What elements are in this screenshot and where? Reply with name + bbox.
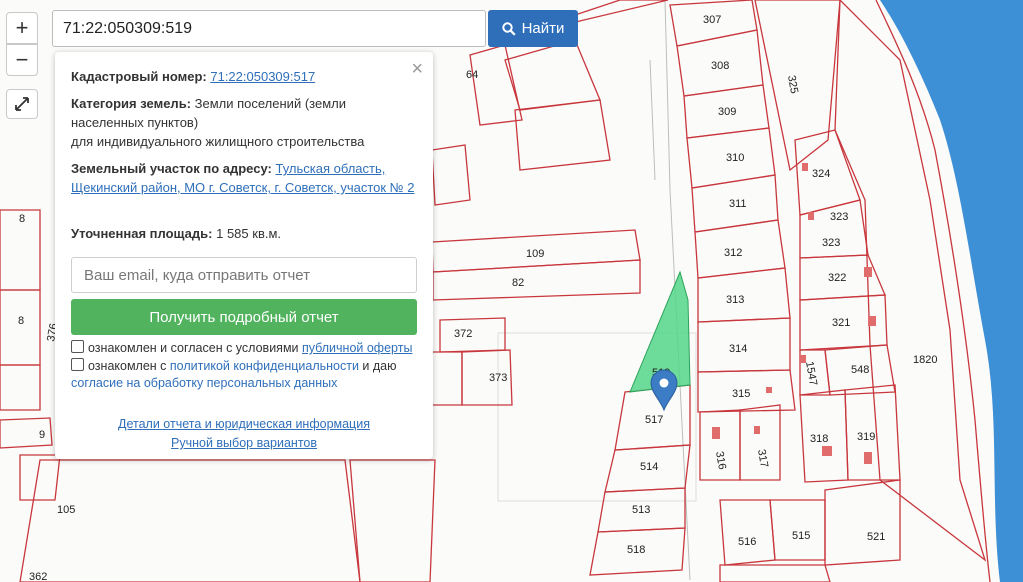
address-row: Земельный участок по адресу: Тульская об… (71, 159, 421, 197)
area-label: Уточненная площадь: (71, 226, 213, 241)
manual-link-row: Ручной выбор вариантов (55, 436, 433, 450)
consent-offer-text: ознакомлен и согласен с условиями (88, 341, 302, 355)
plot-label-105: 105 (57, 504, 75, 516)
consent-privacy-text-2: и даю (358, 359, 397, 373)
plot-label-309: 309 (718, 106, 736, 118)
plot-label-314: 314 (729, 343, 747, 355)
plot-label-325: 325 (785, 74, 800, 94)
plot-label-322: 322 (828, 272, 846, 284)
plot-label-517: 517 (645, 414, 663, 426)
manual-selection-link[interactable]: Ручной выбор вариантов (171, 436, 317, 450)
search-button-label: Найти (521, 20, 565, 37)
plot-label-362: 362 (29, 571, 47, 582)
cadastral-search-input[interactable] (52, 10, 486, 47)
personal-data-consent-link[interactable]: согласие на обработку персональных данны… (71, 376, 337, 390)
address-label: Земельный участок по адресу: (71, 161, 272, 176)
consent-privacy-text: ознакомлен с (88, 359, 170, 373)
search-button[interactable]: Найти (488, 10, 578, 47)
cadastral-number-link[interactable]: 71:22:050309:517 (210, 69, 315, 84)
plot-label-311: 311 (729, 198, 747, 210)
plot-label-321: 321 (832, 317, 850, 329)
plot-label-323b: 323 (822, 237, 840, 249)
report-details-link[interactable]: Детали отчета и юридическая информация (118, 417, 370, 431)
consent-offer-row: ознакомлен и согласен с условиями публич… (71, 340, 421, 357)
plot-label-8a: 8 (19, 213, 25, 225)
road-edge-2 (649, 59, 656, 181)
area-value: 1 585 кв.м. (216, 226, 282, 241)
location-marker-icon[interactable] (650, 369, 678, 412)
expand-icon (15, 97, 29, 111)
land-use-value: для индивидуального жилищного строительс… (71, 134, 365, 149)
plot-label-548: 548 (851, 364, 869, 376)
plot-label-318: 318 (810, 433, 828, 445)
plot-label-515: 515 (792, 530, 810, 542)
plot-label-307: 307 (703, 14, 721, 26)
cadastral-number-label: Кадастровый номер: (71, 69, 207, 84)
search-icon (501, 21, 516, 36)
plot-label-82: 82 (512, 277, 524, 289)
zoom-in-button[interactable]: + (6, 12, 38, 44)
plot-label-312: 312 (724, 247, 742, 259)
area-row: Уточненная площадь: 1 585 кв.м. (71, 224, 421, 243)
plot-label-513: 513 (632, 504, 650, 516)
plot-label-308: 308 (711, 60, 729, 72)
plot-label-109: 109 (526, 248, 544, 260)
plot-label-319: 319 (857, 431, 875, 443)
email-field[interactable] (71, 257, 417, 293)
plot-label-518: 518 (627, 544, 645, 556)
plot-label-521: 521 (867, 531, 885, 543)
plot-label-316: 316 (713, 450, 728, 470)
plot-label-310: 310 (726, 152, 744, 164)
plot-label-516: 516 (738, 536, 756, 548)
zoom-out-button[interactable]: − (6, 44, 38, 76)
plot-label-317: 317 (755, 448, 770, 468)
plot-label-315: 315 (732, 388, 750, 400)
fullscreen-button[interactable] (6, 89, 38, 119)
consent-offer-checkbox[interactable] (71, 340, 84, 353)
get-report-button[interactable]: Получить подробный отчет (71, 299, 417, 335)
river (880, 0, 1023, 582)
privacy-policy-link[interactable]: политикой конфиденциальности (170, 359, 359, 373)
details-link-row: Детали отчета и юридическая информация (55, 417, 433, 431)
plot-label-8b: 8 (18, 315, 24, 327)
plot-label-514: 514 (640, 461, 658, 473)
parcel-info-popup: × Кадастровый номер: 71:22:050309:517 Ка… (55, 52, 433, 459)
consent-privacy-row: ознакомлен с политикой конфиденциальност… (71, 358, 421, 392)
land-category-row: Категория земель: Земли поселений (земли… (71, 94, 421, 151)
plot-label-373: 373 (489, 372, 507, 384)
land-category-label: Категория земель: (71, 96, 192, 111)
plot-label-313: 313 (726, 294, 744, 306)
consent-privacy-checkbox[interactable] (71, 358, 84, 371)
plot-label-372: 372 (454, 328, 472, 340)
public-offer-link[interactable]: публичной оферты (302, 341, 412, 355)
plot-label-1820: 1820 (913, 354, 937, 366)
cadastral-number-row: Кадастровый номер: 71:22:050309:517 (71, 67, 421, 86)
plot-label-1547: 1547 (803, 360, 819, 386)
plot-label-9: 9 (39, 429, 45, 441)
plot-label-64: 64 (466, 69, 478, 81)
plot-label-323a: 323 (830, 211, 848, 223)
plot-label-324: 324 (812, 168, 830, 180)
